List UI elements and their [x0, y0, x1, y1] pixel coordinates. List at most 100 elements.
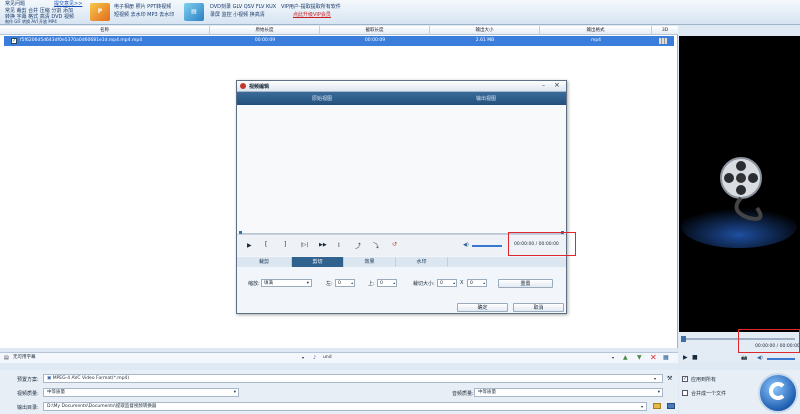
chevron-down-icon[interactable]: ▾	[302, 355, 304, 360]
list-view-icon[interactable]: ▦	[663, 354, 669, 361]
crop-height-stepper[interactable]: 0 ▴	[467, 279, 487, 287]
output-dir-field[interactable]: D:\My Documents\Documents\提取监督视频转换器	[43, 402, 647, 411]
ok-button[interactable]: 确定	[457, 303, 508, 312]
apply-all-checkbox[interactable]: ✓	[682, 376, 688, 382]
dvd-tools-icon[interactable]: ▤	[184, 3, 204, 21]
open-folder-icon[interactable]	[667, 403, 675, 409]
mark-out-icon[interactable]: ]	[284, 241, 286, 248]
minimize-icon[interactable]: –	[542, 82, 545, 89]
video-edit-dialog: 视频编辑 – × 原始视图 输出视图 ▶ [ ] |▷| ▶▶ Ⅰ ⤴ ⤵ ↺ …	[236, 80, 567, 314]
zoom-label: 缩放:	[248, 281, 260, 287]
video-quality-label: 视频质量:	[17, 391, 39, 397]
merge-checkbox[interactable]	[682, 390, 688, 396]
play-icon[interactable]: ▶	[683, 354, 688, 361]
settings-tools-icon[interactable]: ⚒	[667, 375, 672, 382]
highlight-box-dialog-time	[508, 232, 576, 256]
split-icon[interactable]: Ⅰ	[338, 242, 340, 249]
volume-icon[interactable]: ◀)	[463, 242, 469, 248]
audio-track-select[interactable]: und	[320, 354, 610, 363]
preset-label: 预置方案:	[17, 377, 39, 383]
tab-effect[interactable]: 效果	[344, 257, 396, 267]
apply-all-label: 应用到所有	[691, 377, 717, 383]
dialog-titlebar[interactable]: 视频编辑 – ×	[237, 81, 566, 92]
file-list-header: 名称 原始长度 截取长度 输出大小 输出格式 3D	[0, 26, 678, 35]
preset-select[interactable]: ▣ MPEG-4 AVC Video Format(*.mp4)	[43, 374, 663, 383]
dialog-volume-slider[interactable]	[472, 245, 502, 247]
row-cut-length: 00:00:09	[364, 38, 386, 43]
folder-icon[interactable]	[653, 403, 661, 409]
promo-tools-line-1[interactable]: 电子相册 照片 PPT转视频	[114, 4, 171, 10]
output-dir-label: 输出目录:	[17, 405, 39, 411]
col-original-length[interactable]: 原始长度	[210, 26, 320, 35]
snapshot-icon[interactable]: 📷	[741, 355, 747, 361]
crop-width-stepper[interactable]: 0 ▴	[437, 279, 457, 287]
dialog-video-view	[237, 105, 566, 234]
promo-tools2-line-1[interactable]: DVD刻录 GLV QSV FLV KUX	[210, 4, 276, 10]
play-icon[interactable]: ▶	[247, 242, 252, 249]
step-icon[interactable]: |▷|	[301, 242, 308, 248]
3d-toggle-icon[interactable]	[659, 38, 667, 44]
photo-album-icon[interactable]: P	[90, 3, 110, 21]
audio-icon: ♪	[313, 355, 317, 361]
audio-quality-select[interactable]: 中等质量 ▾	[474, 388, 663, 397]
move-down-icon[interactable]: ▼	[637, 354, 642, 361]
audio-quality-label: 音频质量:	[452, 391, 474, 397]
quick-links-row-3[interactable]: 制作 GIF 转换 AVI 开放 MP4	[5, 19, 57, 25]
faq-link[interactable]: 常见问题	[5, 1, 25, 7]
col-3d[interactable]: 3D	[652, 26, 678, 35]
table-row[interactable]: ✓ f5f6206d5d643df0e5370a0d60681e1d.mp4.m…	[4, 36, 674, 46]
col-name[interactable]: 名称	[0, 26, 210, 35]
chevron-down-icon[interactable]: ▾	[654, 376, 656, 381]
crop-size-label: 裁切大小:	[413, 281, 435, 287]
rotate-left-icon[interactable]: ⤴	[355, 241, 361, 250]
promo-tools2-line-2[interactable]: 录屏 监控 小视频 换高清	[210, 12, 265, 18]
dialog-title: 视频编辑	[249, 84, 270, 90]
promo-tools-line-2[interactable]: 短视频 去水印 MP3 去水印	[114, 12, 174, 18]
volume-icon[interactable]: ◀)	[757, 355, 763, 361]
rotate-right-icon[interactable]: ⤵	[373, 241, 379, 250]
undo-icon[interactable]: ↺	[392, 241, 397, 248]
col-cut-length[interactable]: 截取长度	[320, 26, 430, 35]
top-toolbar: 常见问题 提交意见>> 常见 裁剪 合并 压缩 分割 添加 转换 字幕 格式 高…	[0, 0, 800, 25]
convert-button[interactable]	[758, 373, 798, 413]
convert-arrow-icon	[769, 382, 787, 400]
app-logo-icon	[240, 83, 246, 89]
subtitle-select[interactable]: 无可用字幕	[10, 354, 310, 363]
next-frame-icon[interactable]: ▶▶	[319, 242, 327, 248]
left-stepper[interactable]: 0 ▴	[335, 279, 355, 287]
chevron-down-icon[interactable]: ▾	[641, 404, 643, 409]
col-output-format[interactable]: 输出格式	[540, 26, 652, 35]
video-preview	[679, 36, 800, 332]
original-view-label: 原始视图	[312, 96, 333, 102]
top-label: 上:	[368, 281, 375, 287]
tab-cut[interactable]: 剪切	[292, 257, 344, 267]
vip-info-text: VIP用户-提取提取所有软件	[281, 4, 341, 10]
vip-upgrade-link[interactable]: 点此升级VIP会员	[293, 12, 331, 18]
chevron-down-icon[interactable]: ▾	[612, 355, 614, 360]
delete-icon[interactable]: ✕	[650, 353, 657, 362]
reset-button[interactable]: 重置	[498, 279, 553, 288]
cancel-button[interactable]: 取消	[513, 303, 564, 312]
row-checkbox[interactable]: ✓	[11, 38, 17, 44]
video-quality-select[interactable]: 中等质量 ▾	[43, 388, 239, 397]
zoom-select[interactable]: 填满 ▾	[261, 279, 312, 287]
row-file-name: f5f6206d5d643df0e5370a0d60681e1d.mp4.mp4…	[20, 38, 143, 43]
tab-watermark[interactable]: 水印	[396, 257, 448, 267]
film-reel-icon	[679, 36, 800, 332]
mark-in-icon[interactable]: [	[265, 241, 267, 248]
tab-strip-filler	[448, 257, 566, 267]
col-output-size[interactable]: 输出大小	[430, 26, 540, 35]
feedback-link[interactable]: 提交意见>>	[54, 1, 82, 7]
move-up-icon[interactable]: ▲	[623, 354, 628, 361]
merge-label: 合并成一个文件	[691, 391, 727, 397]
subtitle-audio-bar: ▤ 无可用字幕 ▾ ♪ und ▾ ▲ ▼ ✕ ▦	[0, 352, 678, 363]
top-stepper[interactable]: 0 ▴	[377, 279, 397, 287]
close-icon[interactable]: ×	[554, 81, 560, 89]
stop-icon[interactable]: ■	[692, 354, 698, 361]
tab-crop[interactable]: 裁剪	[237, 257, 292, 267]
convert-panel: ✓ 应用到所有 合并成一个文件	[679, 370, 800, 414]
row-output-size: 2.61 MB	[475, 38, 495, 43]
preview-volume-slider[interactable]	[767, 358, 795, 360]
highlight-box-preview-time	[738, 329, 800, 353]
crop-x-separator: X	[460, 280, 464, 286]
